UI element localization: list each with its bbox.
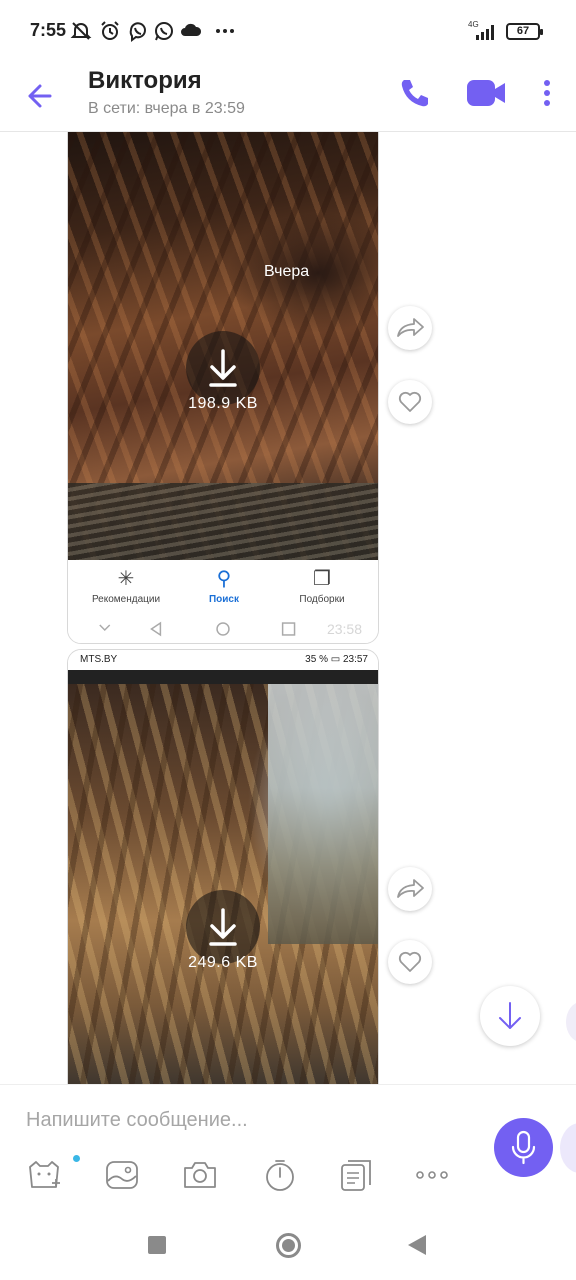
download-icon	[209, 349, 237, 387]
phone-call-icon[interactable]	[396, 74, 434, 112]
notification-dot	[73, 1155, 80, 1162]
status-bar: 7:55 4G 67	[0, 0, 576, 62]
viber-icon	[129, 22, 146, 42]
message-composer	[0, 1084, 576, 1204]
microphone-icon	[511, 1130, 536, 1165]
download-button[interactable]	[186, 890, 260, 964]
image-message[interactable]: MTS.BY 35 % ▭ 23:57 249.6 KB	[67, 649, 379, 1084]
back-icon[interactable]	[408, 1235, 426, 1255]
download-button[interactable]	[186, 331, 260, 405]
chat-header: Виктория В сети: вчера в 23:59	[0, 62, 576, 132]
embedded-bottom-nav: ✳ Рекомендации ⚲ Поиск ❐ Подборки 23:58	[68, 560, 378, 643]
like-button[interactable]	[388, 940, 432, 984]
battery-icon: 67	[506, 23, 543, 40]
gallery-icon[interactable]	[104, 1157, 140, 1193]
like-button[interactable]	[388, 380, 432, 424]
sparkle-icon: ✳	[117, 568, 135, 590]
embedded-carrier: MTS.BY	[80, 654, 118, 665]
home-icon[interactable]	[276, 1233, 301, 1258]
voice-message-button[interactable]	[494, 1118, 553, 1177]
embedded-status-bar: MTS.BY 35 % ▭ 23:57	[68, 650, 378, 670]
search-icon: ⚲	[216, 568, 232, 590]
back-arrow-icon[interactable]	[22, 76, 62, 116]
embedded-tab-collections: ❐ Подборки	[270, 568, 374, 605]
bookmark-icon: ❐	[313, 568, 331, 590]
mute-icon	[70, 22, 92, 40]
message-input[interactable]	[26, 1105, 466, 1135]
embedded-toolbar	[68, 670, 378, 684]
heart-icon	[398, 391, 422, 412]
whatsapp-icon	[155, 22, 173, 41]
more-dots-icon	[216, 29, 234, 33]
more-vertical-icon[interactable]	[536, 74, 558, 112]
embedded-tab-recommendations: ✳ Рекомендации	[74, 568, 178, 605]
date-separator: Вчера	[264, 263, 310, 280]
cloud-icon	[181, 23, 202, 36]
heart-icon	[398, 951, 422, 972]
contact-status: В сети: вчера в 23:59	[88, 100, 245, 117]
mic-side-overlay	[560, 1123, 576, 1173]
forward-arrow-icon	[397, 879, 424, 898]
alarm-icon	[101, 21, 119, 40]
signal-icon	[476, 25, 494, 40]
forward-button[interactable]	[388, 867, 432, 911]
file-size: 249.6 KB	[188, 954, 258, 971]
video-call-icon[interactable]	[464, 74, 508, 112]
sticker-icon[interactable]	[26, 1157, 62, 1193]
battery-level: 67	[516, 25, 530, 37]
document-icon[interactable]	[338, 1157, 374, 1193]
partial-button[interactable]	[566, 1002, 576, 1042]
camera-icon[interactable]	[182, 1157, 218, 1193]
embedded-status-right: 35 % ▭ 23:57	[305, 654, 368, 665]
status-time: 7:55	[30, 20, 67, 40]
contact-name[interactable]: Виктория	[88, 67, 202, 95]
recent-apps-icon[interactable]	[148, 1236, 166, 1254]
forward-button[interactable]	[388, 306, 432, 350]
image-message[interactable]: Вчера 198.9 KB ✳ Рекомендации ⚲ Поиск ❐ Под…	[67, 132, 379, 644]
more-options-icon[interactable]	[414, 1157, 450, 1193]
download-icon	[209, 908, 237, 946]
embedded-tab-search: ⚲ Поиск	[172, 568, 276, 605]
arrow-down-icon	[499, 1002, 521, 1029]
chat-area[interactable]: Вчера 198.9 KB ✳ Рекомендации ⚲ Поиск ❐ Под…	[0, 132, 576, 1084]
striped-shirt	[68, 483, 378, 560]
photo-background	[268, 684, 378, 944]
forward-arrow-icon	[397, 318, 424, 337]
message-time: 23:58	[326, 621, 362, 637]
scroll-to-bottom-button[interactable]	[480, 986, 540, 1046]
file-size: 198.9 KB	[188, 395, 258, 412]
timer-icon[interactable]	[262, 1157, 298, 1193]
system-navigation-bar	[0, 1204, 576, 1280]
